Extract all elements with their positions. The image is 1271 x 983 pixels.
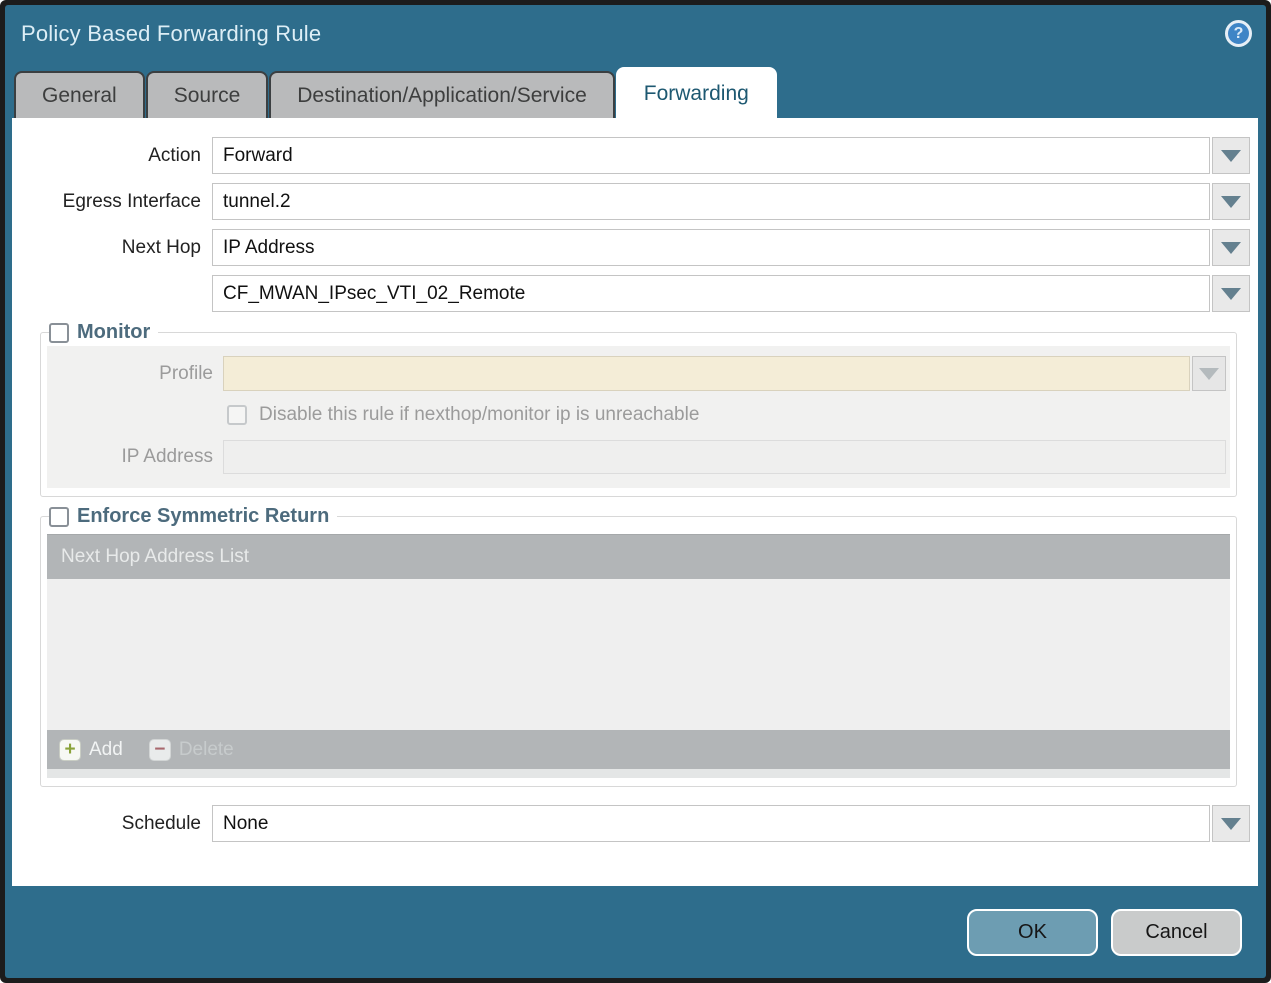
egress-interface-input[interactable]: [212, 183, 1210, 220]
next-hop-address-list-toolbar: + Add − Delete: [47, 730, 1230, 769]
dialog-title: Policy Based Forwarding Rule: [21, 21, 1225, 47]
next-hop-type-input[interactable]: [212, 229, 1210, 266]
title-bar: Policy Based Forwarding Rule ?: [5, 5, 1266, 62]
profile-dropdown-button: [1192, 356, 1226, 391]
tab-destination-application-service[interactable]: Destination/Application/Service: [269, 71, 615, 118]
schedule-dropdown-button[interactable]: [1212, 805, 1250, 842]
tab-forwarding[interactable]: Forwarding: [616, 67, 777, 118]
tab-source-label: Source: [174, 84, 241, 108]
tab-destination-application-service-label: Destination/Application/Service: [297, 84, 587, 108]
next-hop-label: Next Hop: [12, 237, 212, 259]
monitor-legend-label: Monitor: [77, 321, 150, 344]
action-dropdown-button[interactable]: [1212, 137, 1250, 174]
profile-row: Profile: [47, 356, 1226, 391]
disable-rule-label: Disable this rule if nexthop/monitor ip …: [259, 404, 699, 426]
add-button-label: Add: [89, 739, 123, 761]
profile-field: [223, 356, 1190, 391]
ok-button[interactable]: OK: [967, 909, 1098, 956]
dialog-footer: OK Cancel: [5, 886, 1266, 978]
delete-button-label: Delete: [179, 739, 234, 761]
monitor-ip-address-row: IP Address: [47, 440, 1226, 474]
tab-general[interactable]: General: [14, 71, 145, 118]
chevron-down-icon: [1221, 242, 1241, 254]
egress-interface-dropdown-button[interactable]: [1212, 183, 1250, 220]
add-button[interactable]: + Add: [59, 739, 123, 761]
egress-interface-label: Egress Interface: [12, 191, 212, 213]
forwarding-tab-panel: Action Egress Interface Next Hop: [12, 118, 1258, 886]
action-input[interactable]: [212, 137, 1210, 174]
action-label: Action: [12, 145, 212, 167]
monitor-ip-address-label: IP Address: [47, 446, 223, 468]
next-hop-address-dropdown-button[interactable]: [1212, 275, 1250, 312]
help-icon[interactable]: ?: [1225, 20, 1252, 47]
enforce-symmetric-return-legend-label: Enforce Symmetric Return: [77, 505, 329, 528]
disable-rule-row: Disable this rule if nexthop/monitor ip …: [227, 404, 1226, 426]
profile-label: Profile: [47, 363, 223, 385]
action-row: Action: [12, 137, 1250, 174]
monitor-panel: Profile Disable this rule if nexthop/mon…: [47, 346, 1230, 488]
enforce-symmetric-return-legend: Enforce Symmetric Return: [49, 505, 337, 528]
chevron-down-icon: [1221, 288, 1241, 300]
tab-bar: General Source Destination/Application/S…: [5, 62, 1266, 118]
tab-general-label: General: [42, 84, 117, 108]
chevron-down-icon: [1199, 368, 1219, 380]
monitor-legend: Monitor: [49, 321, 158, 344]
disable-rule-checkbox: [227, 405, 247, 425]
next-hop-address-list-table: Next Hop Address List + Add − Delete: [47, 534, 1230, 778]
table-footer-strip: [47, 769, 1230, 778]
next-hop-row: Next Hop: [12, 229, 1250, 266]
delete-button: − Delete: [149, 739, 234, 761]
egress-interface-row: Egress Interface: [12, 183, 1250, 220]
schedule-row: Schedule: [12, 805, 1250, 842]
minus-icon: −: [149, 739, 171, 761]
monitor-fieldset: Monitor Profile Disable this rule if nex…: [40, 321, 1237, 497]
next-hop-type-dropdown-button[interactable]: [1212, 229, 1250, 266]
monitor-checkbox[interactable]: [49, 323, 69, 343]
enforce-symmetric-return-checkbox[interactable]: [49, 507, 69, 527]
next-hop-address-list-body: [47, 579, 1230, 730]
next-hop-address-input[interactable]: [212, 275, 1210, 312]
tab-forwarding-label: Forwarding: [644, 82, 749, 106]
cancel-button[interactable]: Cancel: [1111, 909, 1242, 956]
chevron-down-icon: [1221, 150, 1241, 162]
policy-based-forwarding-dialog: Policy Based Forwarding Rule ? General S…: [5, 5, 1266, 978]
dialog-window: Policy Based Forwarding Rule ? General S…: [0, 0, 1271, 983]
chevron-down-icon: [1221, 196, 1241, 208]
schedule-input[interactable]: [212, 805, 1210, 842]
enforce-symmetric-return-fieldset: Enforce Symmetric Return Next Hop Addres…: [40, 505, 1237, 787]
tab-source[interactable]: Source: [146, 71, 269, 118]
chevron-down-icon: [1221, 818, 1241, 830]
schedule-label: Schedule: [12, 813, 212, 835]
next-hop-address-list-header: Next Hop Address List: [47, 534, 1230, 579]
monitor-ip-address-input: [223, 440, 1226, 474]
next-hop-address-row: [12, 275, 1250, 312]
plus-icon: +: [59, 739, 81, 761]
